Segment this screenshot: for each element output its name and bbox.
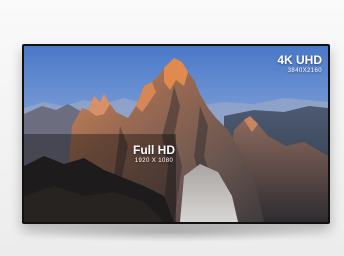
fhd-label: Full HD 1920 X 1080: [125, 144, 183, 165]
uhd-title: 4K UHD: [277, 53, 322, 67]
uhd-label: 4K UHD 3840X2160: [277, 54, 322, 75]
fhd-resolution: 1920 X 1080: [134, 158, 174, 164]
uhd-resolution: 3840X2160: [287, 68, 322, 74]
tv-shadow: [14, 222, 330, 242]
tv-bezel: 4K UHD 3840X2160 Full HD 1920 X 1080: [22, 44, 330, 224]
tv-screen: 4K UHD 3840X2160 Full HD 1920 X 1080: [24, 46, 328, 222]
fhd-title: Full HD: [133, 143, 175, 157]
product-showcase: 4K UHD 3840X2160 Full HD 1920 X 1080: [0, 0, 344, 256]
